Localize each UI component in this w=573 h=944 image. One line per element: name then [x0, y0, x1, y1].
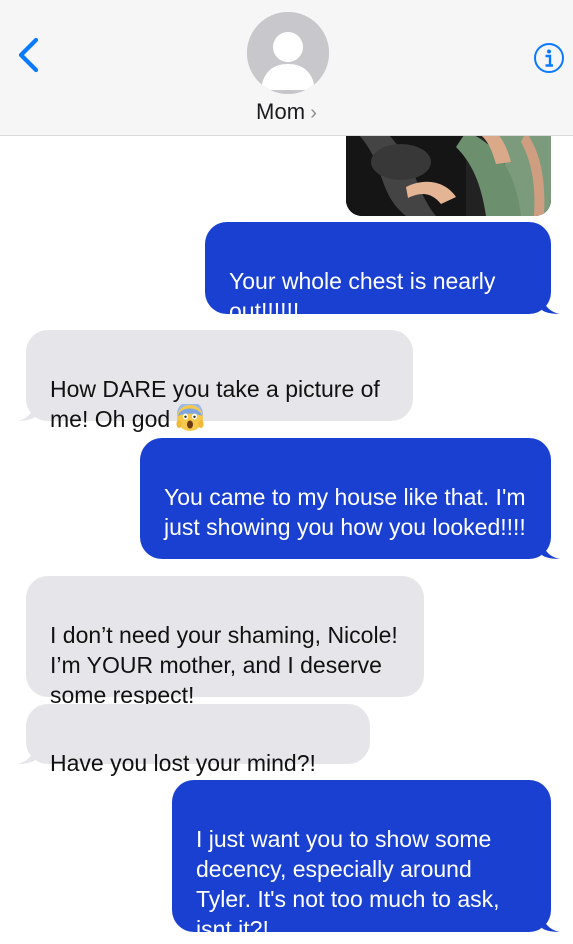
conversation-header: Mom › [0, 0, 573, 136]
message-text: You came to my house like that. I'm just… [164, 484, 526, 540]
message-text: I don’t need your shaming, Nicole! I’m Y… [50, 622, 398, 708]
message-text: Have you lost your mind?! [50, 750, 316, 776]
chevron-left-icon[interactable] [14, 36, 44, 74]
received-message-bubble[interactable]: I don’t need your shaming, Nicole! I’m Y… [26, 576, 424, 708]
contact-name-button[interactable]: Mom › [0, 99, 573, 125]
received-message-bubble[interactable]: How DARE you take a picture of me! Oh go… [26, 330, 413, 432]
bubble-tail [17, 746, 35, 764]
person-placeholder-icon [247, 12, 329, 94]
message-text: Your whole chest is nearly out!!!!!! [229, 268, 496, 324]
contact-name: Mom [256, 99, 306, 124]
face-screaming-in-fear-icon [176, 404, 204, 431]
avatar[interactable] [247, 12, 329, 94]
message-text: I just want you to show some decency, es… [196, 826, 500, 942]
bubble-tail [17, 403, 35, 421]
received-message-bubble[interactable]: Have you lost your mind?! [26, 704, 370, 776]
bubble-tail [542, 541, 560, 559]
sent-message-bubble[interactable]: I just want you to show some decency, es… [172, 780, 551, 942]
message-text: How DARE you take a picture of me! Oh go… [50, 376, 380, 432]
info-icon[interactable] [533, 42, 565, 74]
bubble-tail [542, 914, 560, 932]
bubble-tail [542, 296, 560, 314]
sent-message-bubble[interactable]: You came to my house like that. I'm just… [140, 438, 551, 559]
sent-message-bubble[interactable]: Your whole chest is nearly out!!!!!! [205, 222, 551, 324]
chevron-right-icon: › [310, 102, 317, 124]
